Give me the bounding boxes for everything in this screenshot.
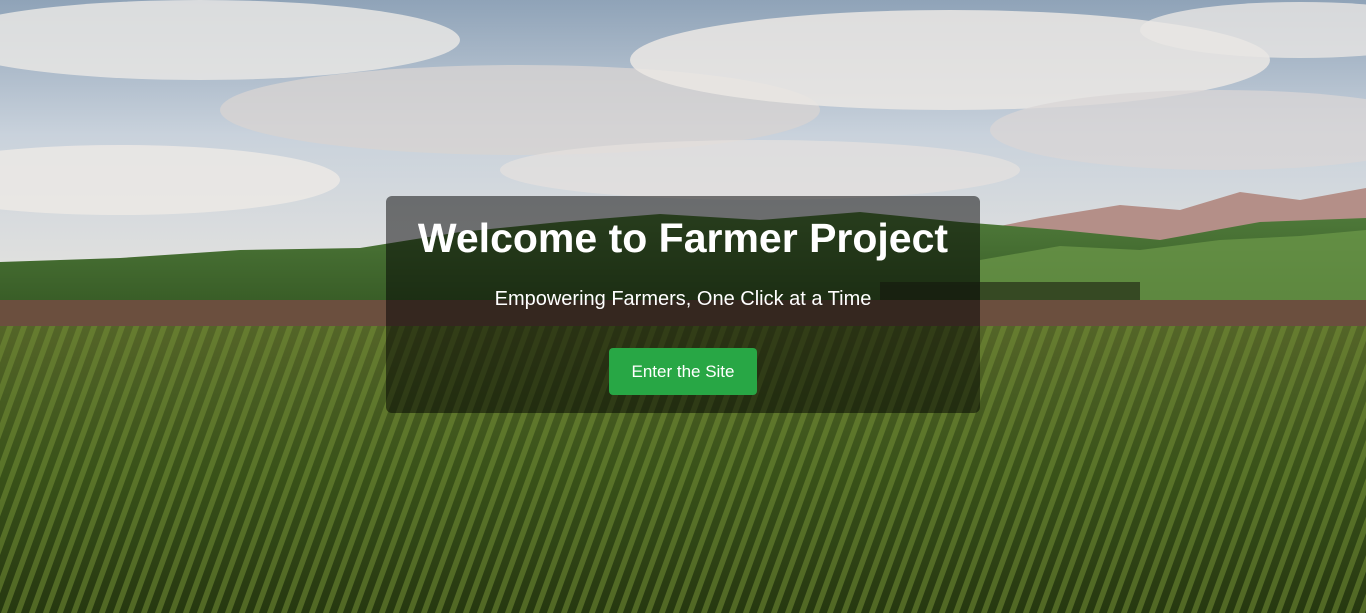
hero-section: Welcome to Farmer Project Empowering Far…: [0, 0, 1366, 613]
enter-site-button[interactable]: Enter the Site: [609, 348, 757, 395]
page-title: Welcome to Farmer Project: [417, 215, 949, 261]
page-subtitle: Empowering Farmers, One Click at a Time: [494, 288, 872, 310]
welcome-overlay-card: Welcome to Farmer Project Empowering Far…: [386, 196, 980, 413]
